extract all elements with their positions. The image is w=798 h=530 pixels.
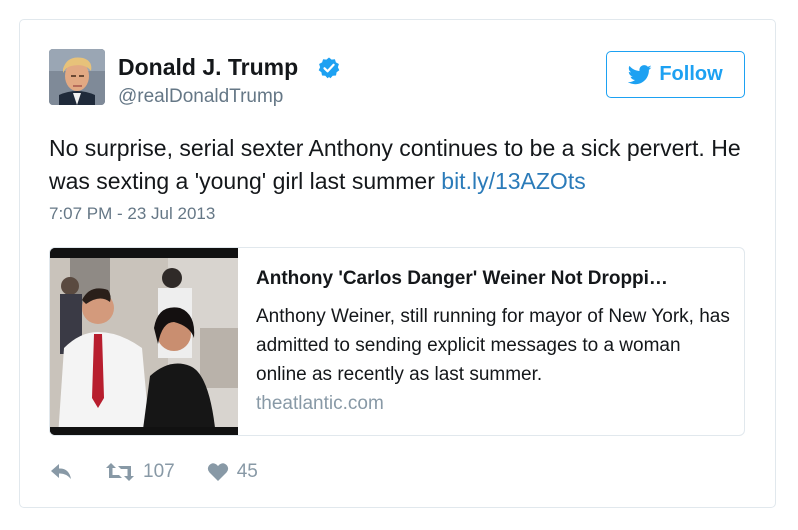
author-handle[interactable]: @realDonaldTrump [118, 86, 283, 108]
link-preview-title[interactable]: Anthony 'Carlos Danger' Weiner Not Dropp… [256, 268, 731, 290]
like-count: 45 [236, 461, 258, 482]
retweet-icon [106, 463, 134, 481]
heart-icon [207, 463, 228, 481]
follow-button-label: Follow [659, 63, 723, 85]
tweet-timestamp[interactable]: 7:07 PM - 23 Jul 2013 [49, 204, 215, 224]
tweet-link[interactable]: bit.ly/13AZOts [441, 168, 585, 194]
link-preview-thumbnail [50, 248, 238, 435]
tweet-text: No surprise, serial sexter Anthony conti… [49, 132, 769, 198]
twitter-bird-icon [628, 64, 652, 84]
link-preview-description: Anthony Weiner, still running for mayor … [256, 306, 730, 385]
reply-button[interactable] [49, 462, 73, 482]
avatar-image [49, 49, 105, 105]
tweet-text-body: No surprise, serial sexter Anthony conti… [49, 135, 741, 194]
tweet-actions: 107 45 [49, 459, 258, 485]
avatar[interactable] [49, 49, 105, 105]
retweet-count: 107 [143, 461, 175, 482]
link-preview-domain: theatlantic.com [256, 393, 384, 414]
like-button[interactable]: 45 [207, 461, 258, 483]
link-preview-card[interactable]: Anthony 'Carlos Danger' Weiner Not Dropp… [49, 247, 745, 436]
verified-badge-icon [318, 57, 340, 79]
tweet-embed-card: Donald J. Trump @realDonaldTrump Follow … [19, 19, 776, 508]
author-name[interactable]: Donald J. Trump [118, 54, 298, 81]
follow-button[interactable]: Follow [606, 51, 745, 98]
retweet-button[interactable]: 107 [105, 461, 175, 483]
thumbnail-image [50, 248, 238, 435]
reply-icon [51, 464, 71, 479]
